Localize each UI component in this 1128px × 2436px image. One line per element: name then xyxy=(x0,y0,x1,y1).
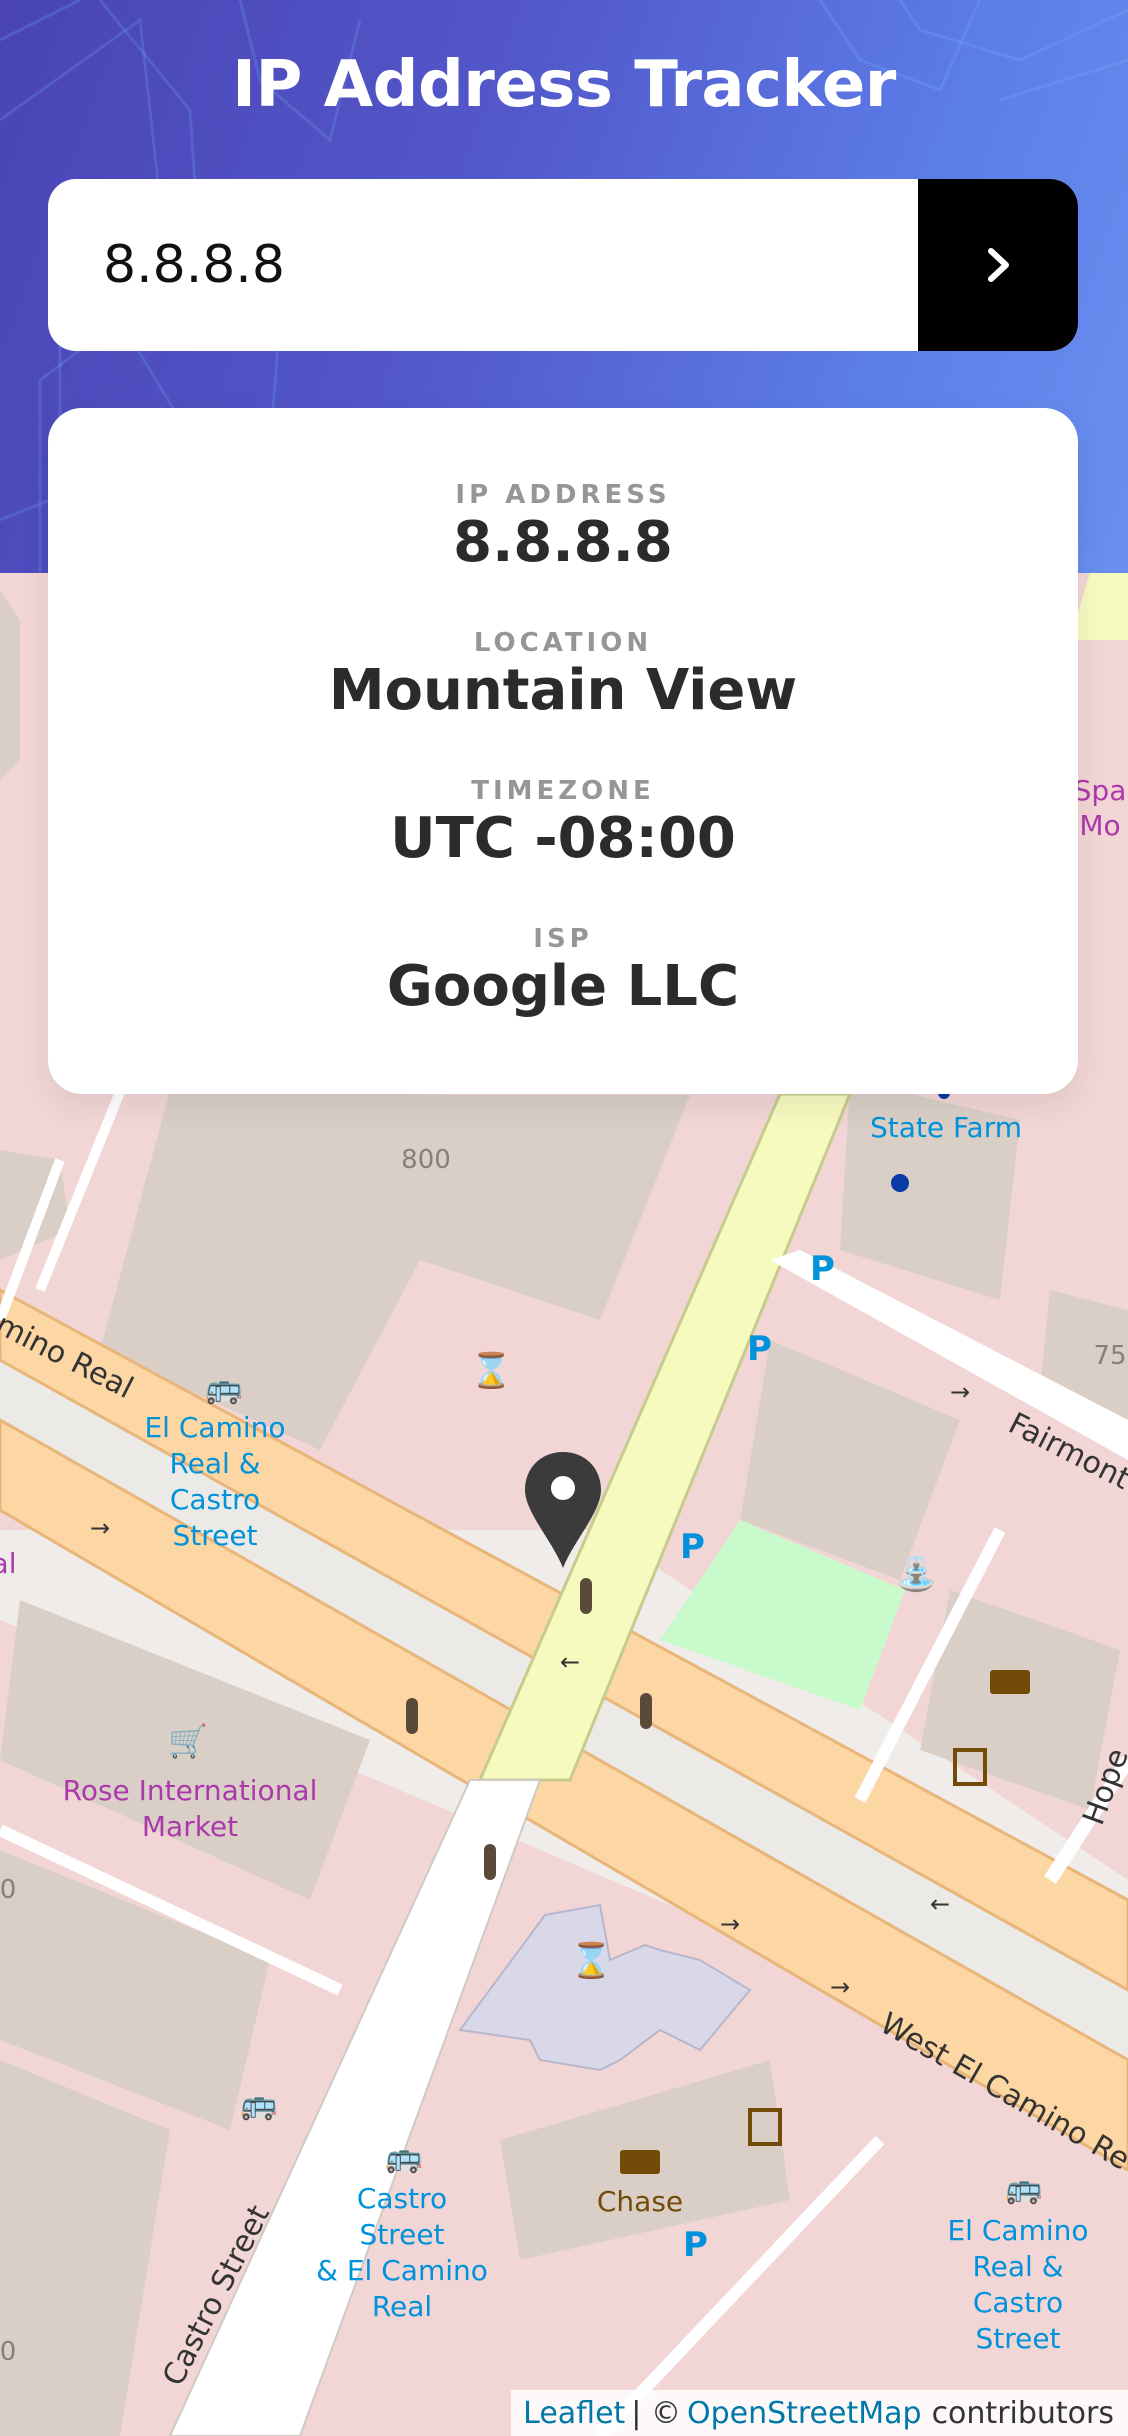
poi-label: Chase xyxy=(597,2185,683,2218)
poi-label: Market xyxy=(142,1810,238,1843)
poi-label: Mo xyxy=(1079,809,1120,842)
timezone-value: UTC -08:00 xyxy=(390,806,736,871)
ip-search-input[interactable] xyxy=(48,179,918,351)
house-number: 0 xyxy=(0,1875,16,1905)
poi-label: El Camino xyxy=(144,1411,285,1444)
street-label-fairmont: Fairmont xyxy=(1003,1406,1128,1497)
page-title: IP Address Tracker xyxy=(232,48,896,122)
poi-label: & El Camino xyxy=(316,2254,488,2287)
poi-label: Street xyxy=(172,1519,257,1552)
poi-label: Rose International xyxy=(63,1774,318,1807)
poi-label: Castro xyxy=(170,1483,260,1516)
chevron-right-icon xyxy=(988,248,1009,282)
poi-label: Real & xyxy=(972,2250,1063,2283)
street-label-camino-left: mino Real xyxy=(0,1307,139,1406)
map-pin-icon[interactable] xyxy=(523,1450,603,1570)
isp-value: Google LLC xyxy=(386,954,740,1019)
street-label-castro: Castro Street xyxy=(156,2200,277,2392)
attribution-suffix: contributors xyxy=(931,2395,1114,2431)
poi-label: Castro xyxy=(357,2182,447,2215)
search-submit-button[interactable] xyxy=(918,179,1078,351)
ip-address-label: IP ADDRESS xyxy=(455,480,671,510)
street-label-hope: Hope xyxy=(1076,1744,1128,1830)
location-label: LOCATION xyxy=(473,628,653,658)
house-number: 0 xyxy=(0,2337,16,2367)
poi-label: Castro xyxy=(973,2286,1063,2319)
poi-label: Spa xyxy=(1074,774,1127,807)
isp-stat: ISP Google LLC xyxy=(48,924,1078,1017)
poi-label: Street xyxy=(975,2322,1060,2355)
search-bar xyxy=(48,179,1078,351)
poi-label: Real & xyxy=(169,1447,260,1480)
poi-label: Street xyxy=(359,2218,444,2251)
timezone-stat: TIMEZONE UTC -08:00 xyxy=(48,776,1078,869)
attribution-separator: | © xyxy=(631,2395,681,2431)
poi-label: El Camino xyxy=(947,2214,1088,2247)
poi-label: al xyxy=(0,1547,16,1580)
timezone-label: TIMEZONE xyxy=(471,776,655,806)
openstreetmap-link[interactable]: OpenStreetMap xyxy=(687,2396,922,2431)
location-value: Mountain View xyxy=(328,658,798,723)
poi-label: State Farm xyxy=(870,1111,1022,1144)
isp-label: ISP xyxy=(533,924,593,954)
ip-info-card: IP ADDRESS 8.8.8.8 LOCATION Mountain Vie… xyxy=(48,408,1078,1094)
ip-address-value: 8.8.8.8 xyxy=(453,510,673,575)
house-number: 75 xyxy=(1093,1341,1126,1371)
map-attribution: Leaflet | © OpenStreetMap contributors xyxy=(511,2390,1128,2436)
location-stat: LOCATION Mountain View xyxy=(48,628,1078,721)
poi-label: Real xyxy=(372,2290,432,2323)
house-number: 800 xyxy=(401,1145,451,1175)
street-label-west-el-camino: West El Camino Re xyxy=(874,2006,1128,2177)
ip-address-stat: IP ADDRESS 8.8.8.8 xyxy=(48,480,1078,573)
leaflet-link[interactable]: Leaflet xyxy=(523,2396,625,2431)
